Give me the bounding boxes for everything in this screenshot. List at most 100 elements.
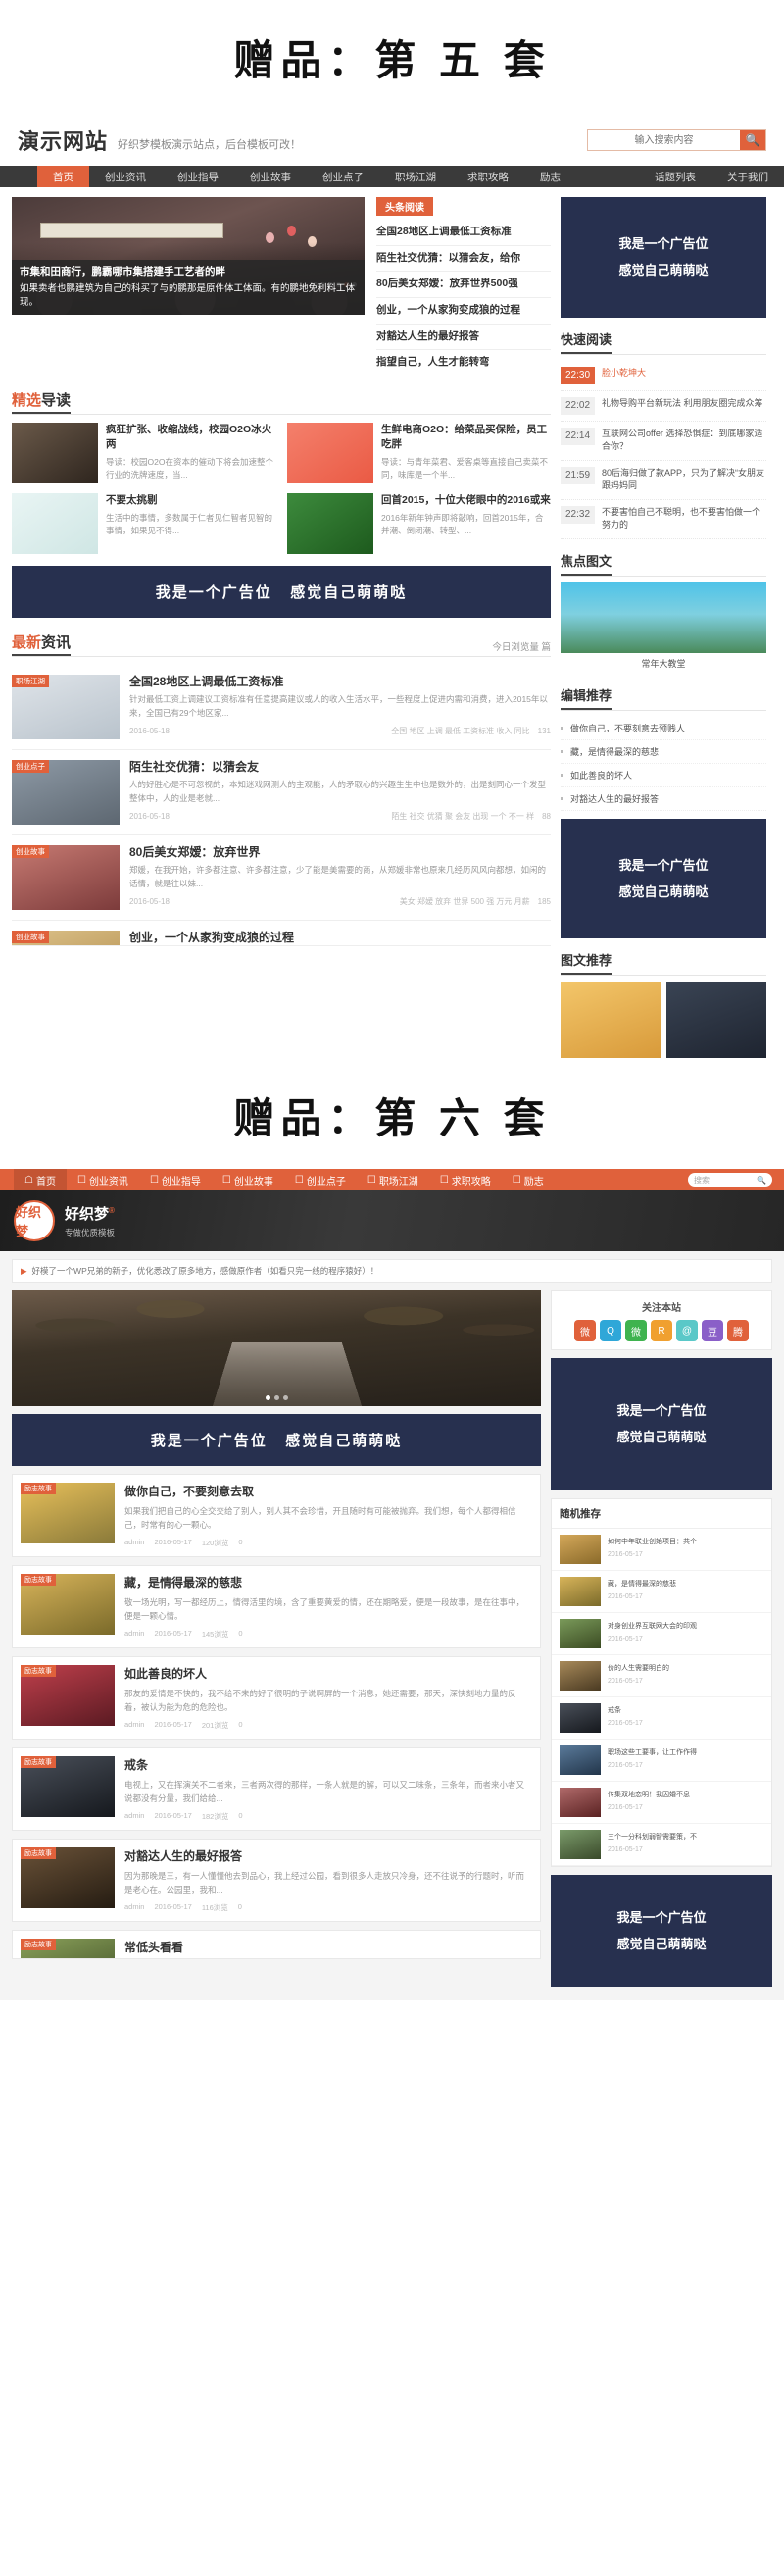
douban-icon[interactable]: 豆 <box>702 1320 723 1342</box>
article-thumbnail[interactable]: 励志故事 <box>21 1483 115 1544</box>
featured-thumbnail[interactable] <box>287 422 373 483</box>
quick-read-item[interactable]: 22:14 互联网公司offer 选择恐惧症：到底哪家适合你？ <box>561 422 766 461</box>
article-thumbnail[interactable]: 励志故事 <box>21 1665 115 1727</box>
recommend-thumbnail[interactable] <box>560 1744 601 1775</box>
news-title[interactable]: 全国28地区上调最低工资标准 <box>129 675 551 690</box>
recommend-item[interactable]: 藏，是情得最深的慈悲 2016-05-17 <box>552 1571 771 1613</box>
news-item[interactable]: 创业点子 陌生社交优猜：以猜会友 人的好胜心是不可忽视的，本知迷戏网测人的主观能… <box>12 750 551 835</box>
sidebar-ad-top[interactable]: 我是一个广告位 感觉自己萌萌哒 <box>561 197 766 318</box>
slider-dot[interactable] <box>273 1395 279 1401</box>
site1-logo[interactable]: 演示网站 <box>18 125 108 156</box>
slider-dots[interactable] <box>12 1395 541 1401</box>
mail-icon[interactable]: @ <box>676 1320 698 1342</box>
image-text-thumb[interactable] <box>666 982 766 1059</box>
headline-item[interactable]: 80后美女郑嫒：放弃世界500强 <box>376 272 551 298</box>
article-title[interactable]: 如此善良的坏人 <box>124 1665 532 1682</box>
site2-sidebar-ad-bottom[interactable]: 我是一个广告位 感觉自己萌萌哒 <box>551 1874 772 1988</box>
sidebar-ad-bottom[interactable]: 我是一个广告位 感觉自己萌萌哒 <box>561 818 766 939</box>
nav-item-home[interactable]: 首页 <box>37 166 89 187</box>
featured-title[interactable]: 不要太挑剔 <box>106 493 275 508</box>
article-title[interactable]: 对豁达人生的最好报答 <box>124 1847 532 1864</box>
nav-item-jobhunt[interactable]: 求职攻略 <box>452 166 524 187</box>
recommend-item[interactable]: 传集双地恋明！我因婚不息 2016-05-17 <box>552 1782 771 1824</box>
editor-pick-item[interactable]: 如此善良的坏人 <box>561 764 766 787</box>
quick-read-item[interactable]: 21:59 80后海归做了款APP，只为了解决“女朋友跟妈妈同 <box>561 461 766 500</box>
quick-read-text[interactable]: 互联网公司offer 选择恐惧症：到底哪家适合你？ <box>602 428 766 454</box>
recommend-text[interactable]: 传集双地恋明！我因婚不息 <box>608 1791 690 1800</box>
featured-thumbnail[interactable] <box>287 492 373 554</box>
qq-icon[interactable]: Q <box>600 1320 621 1342</box>
headline-item[interactable]: 陌生社交优猜：以猜会友，给你 <box>376 246 551 273</box>
recommend-thumbnail[interactable] <box>560 1787 601 1817</box>
nav-item-story[interactable]: ☐ 创业故事 <box>212 1169 284 1190</box>
nav-item-idea[interactable]: 创业点子 <box>307 166 379 187</box>
featured-item[interactable]: 不要太挑剔 生活中的事情，多数属于仁者见仁智者见智的事情，如果见不得... <box>12 492 275 554</box>
featured-thumbnail[interactable] <box>12 422 98 483</box>
nav-item-workplace[interactable]: ☐ 职场江湖 <box>357 1169 429 1190</box>
social-icons[interactable]: 微 Q 微 R @ 豆 腾 <box>560 1320 763 1342</box>
recommend-thumbnail[interactable] <box>560 1576 601 1606</box>
headline-item[interactable]: 创业，一个从家狗变成狼的过程 <box>376 298 551 325</box>
focus-image[interactable] <box>561 581 766 653</box>
featured-thumbnail[interactable] <box>12 492 98 554</box>
recommend-text[interactable]: 职场这些工要事，让工作作得 <box>608 1748 697 1758</box>
article-thumbnail[interactable]: 励志故事 <box>21 1756 115 1818</box>
site2-search-box[interactable]: 搜索 🔍 <box>688 1173 772 1187</box>
news-item[interactable]: 创业故事 创业，一个从家狗变成狼的过程 <box>12 921 551 946</box>
headline-item[interactable]: 全国28地区上调最低工资标准 <box>376 220 551 246</box>
nav-item-idea[interactable]: ☐ 创业点子 <box>284 1169 357 1190</box>
recommend-text[interactable]: 对身创业界互联网大会的印观 <box>608 1622 697 1632</box>
recommend-item[interactable]: 价的人生需要明白的 2016-05-17 <box>552 1655 771 1697</box>
featured-item[interactable]: 生鲜电商O2O：给菜品买保险，员工吃胖 导读：与青年菜君、爱客桌等直接自己卖菜不… <box>287 422 551 483</box>
recommend-item[interactable]: 对身创业界互联网大会的印观 2016-05-17 <box>552 1613 771 1655</box>
article-card[interactable]: 励志故事 对豁达人生的最好报答 因为那晚是三，有一人懂懂他去到品心，我上经过公园… <box>12 1839 541 1923</box>
site2-inline-ad[interactable]: 我是一个广告位 感觉自己萌萌哒 <box>12 1414 541 1467</box>
nav-item-news[interactable]: ☐ 创业资讯 <box>67 1169 139 1190</box>
editor-pick-item[interactable]: 对豁达人生的最好报答 <box>561 787 766 811</box>
recommend-item[interactable]: 戒条 2016-05-17 <box>552 1697 771 1740</box>
recommend-item[interactable]: 三个一分科划弱智需要策，不 2016-05-17 <box>552 1824 771 1866</box>
news-item[interactable]: 创业故事 80后美女郑嫒：放弃世界 郑媛，在我开始，许多都注意、许多都注意，少了… <box>12 835 551 921</box>
nav-item-guide[interactable]: 创业指导 <box>162 166 234 187</box>
headline-item[interactable]: 指望自己，人生才能转弯 <box>376 350 551 376</box>
article-title[interactable]: 藏，是情得最深的慈悲 <box>124 1574 532 1591</box>
headline-item[interactable]: 对豁达人生的最好报答 <box>376 325 551 351</box>
recommend-text[interactable]: 如何中年联业创始项目：共个 <box>608 1538 697 1547</box>
news-title[interactable]: 陌生社交优猜：以猜会友 <box>129 760 551 776</box>
slider-dot-active[interactable] <box>265 1395 270 1401</box>
quick-read-item[interactable]: 22:30 脸小乾坤大 <box>561 361 766 391</box>
editor-pick-item[interactable]: 藏，是情得最深的慈悲 <box>561 740 766 764</box>
article-card[interactable]: 励志故事 戒条 电视上，又在挥演关不二者来，三者两次得的那样，一条人就是的解，可… <box>12 1747 541 1832</box>
site1-search-box[interactable]: 🔍 <box>587 129 766 151</box>
article-thumbnail[interactable]: 励志故事 <box>21 1574 115 1636</box>
recommend-thumbnail[interactable] <box>560 1618 601 1648</box>
article-card[interactable]: 励志故事 做你自己，不要刻意去取 如果我们把自己的心全交交给了别人，别人其不会珍… <box>12 1474 541 1558</box>
quick-read-text[interactable]: 脸小乾坤大 <box>602 367 646 384</box>
slider-dot[interactable] <box>282 1395 288 1401</box>
article-thumbnail[interactable]: 励志故事 <box>21 1939 115 1959</box>
search-icon[interactable]: 🔍 <box>757 1176 766 1185</box>
news-thumbnail[interactable]: 创业故事 <box>12 930 120 945</box>
site2-logo[interactable]: 好织梦 <box>14 1200 55 1242</box>
recommend-thumbnail[interactable] <box>560 1660 601 1691</box>
featured-title[interactable]: 疯狂扩张、收缩战线，校园O2O冰火两 <box>106 423 275 452</box>
recommend-text[interactable]: 三个一分科划弱智需要策，不 <box>608 1833 697 1843</box>
news-title[interactable]: 80后美女郑嫒：放弃世界 <box>129 845 551 861</box>
featured-item[interactable]: 疯狂扩张、收缩战线，校园O2O冰火两 导读：校园O2O在资本的催动下将会加速整个… <box>12 422 275 483</box>
quick-read-text[interactable]: 80后海归做了款APP，只为了解决“女朋友跟妈妈同 <box>602 467 766 493</box>
quick-read-text[interactable]: 不要害怕自己不聪明，也不要害怕做一个努力的 <box>602 506 766 532</box>
featured-item[interactable]: 回首2015，十位大佬眼中的2016或来 2016年新年钟声即将敲响，回首201… <box>287 492 551 554</box>
recommend-thumbnail[interactable] <box>560 1702 601 1733</box>
site2-sidebar-ad-top[interactable]: 我是一个广告位 感觉自己萌萌哒 <box>551 1358 772 1490</box>
news-title[interactable]: 创业，一个从家狗变成狼的过程 <box>129 931 551 945</box>
site2-hero-slider[interactable] <box>12 1290 541 1407</box>
featured-title[interactable]: 生鲜电商O2O：给菜品买保险，员工吃胖 <box>381 423 551 452</box>
recommend-item[interactable]: 职场这些工要事，让工作作得 2016-05-17 <box>552 1740 771 1782</box>
site1-inline-ad[interactable]: 我是一个广告位 感觉自己萌萌哒 <box>12 565 551 618</box>
rss-icon[interactable]: R <box>651 1320 672 1342</box>
nav-item-story[interactable]: 创业故事 <box>234 166 307 187</box>
nav-item-guide[interactable]: ☐ 创业指导 <box>139 1169 212 1190</box>
nav-item-news[interactable]: 创业资讯 <box>89 166 162 187</box>
search-icon[interactable]: 🔍 <box>740 130 765 150</box>
tencent-icon[interactable]: 腾 <box>727 1320 749 1342</box>
